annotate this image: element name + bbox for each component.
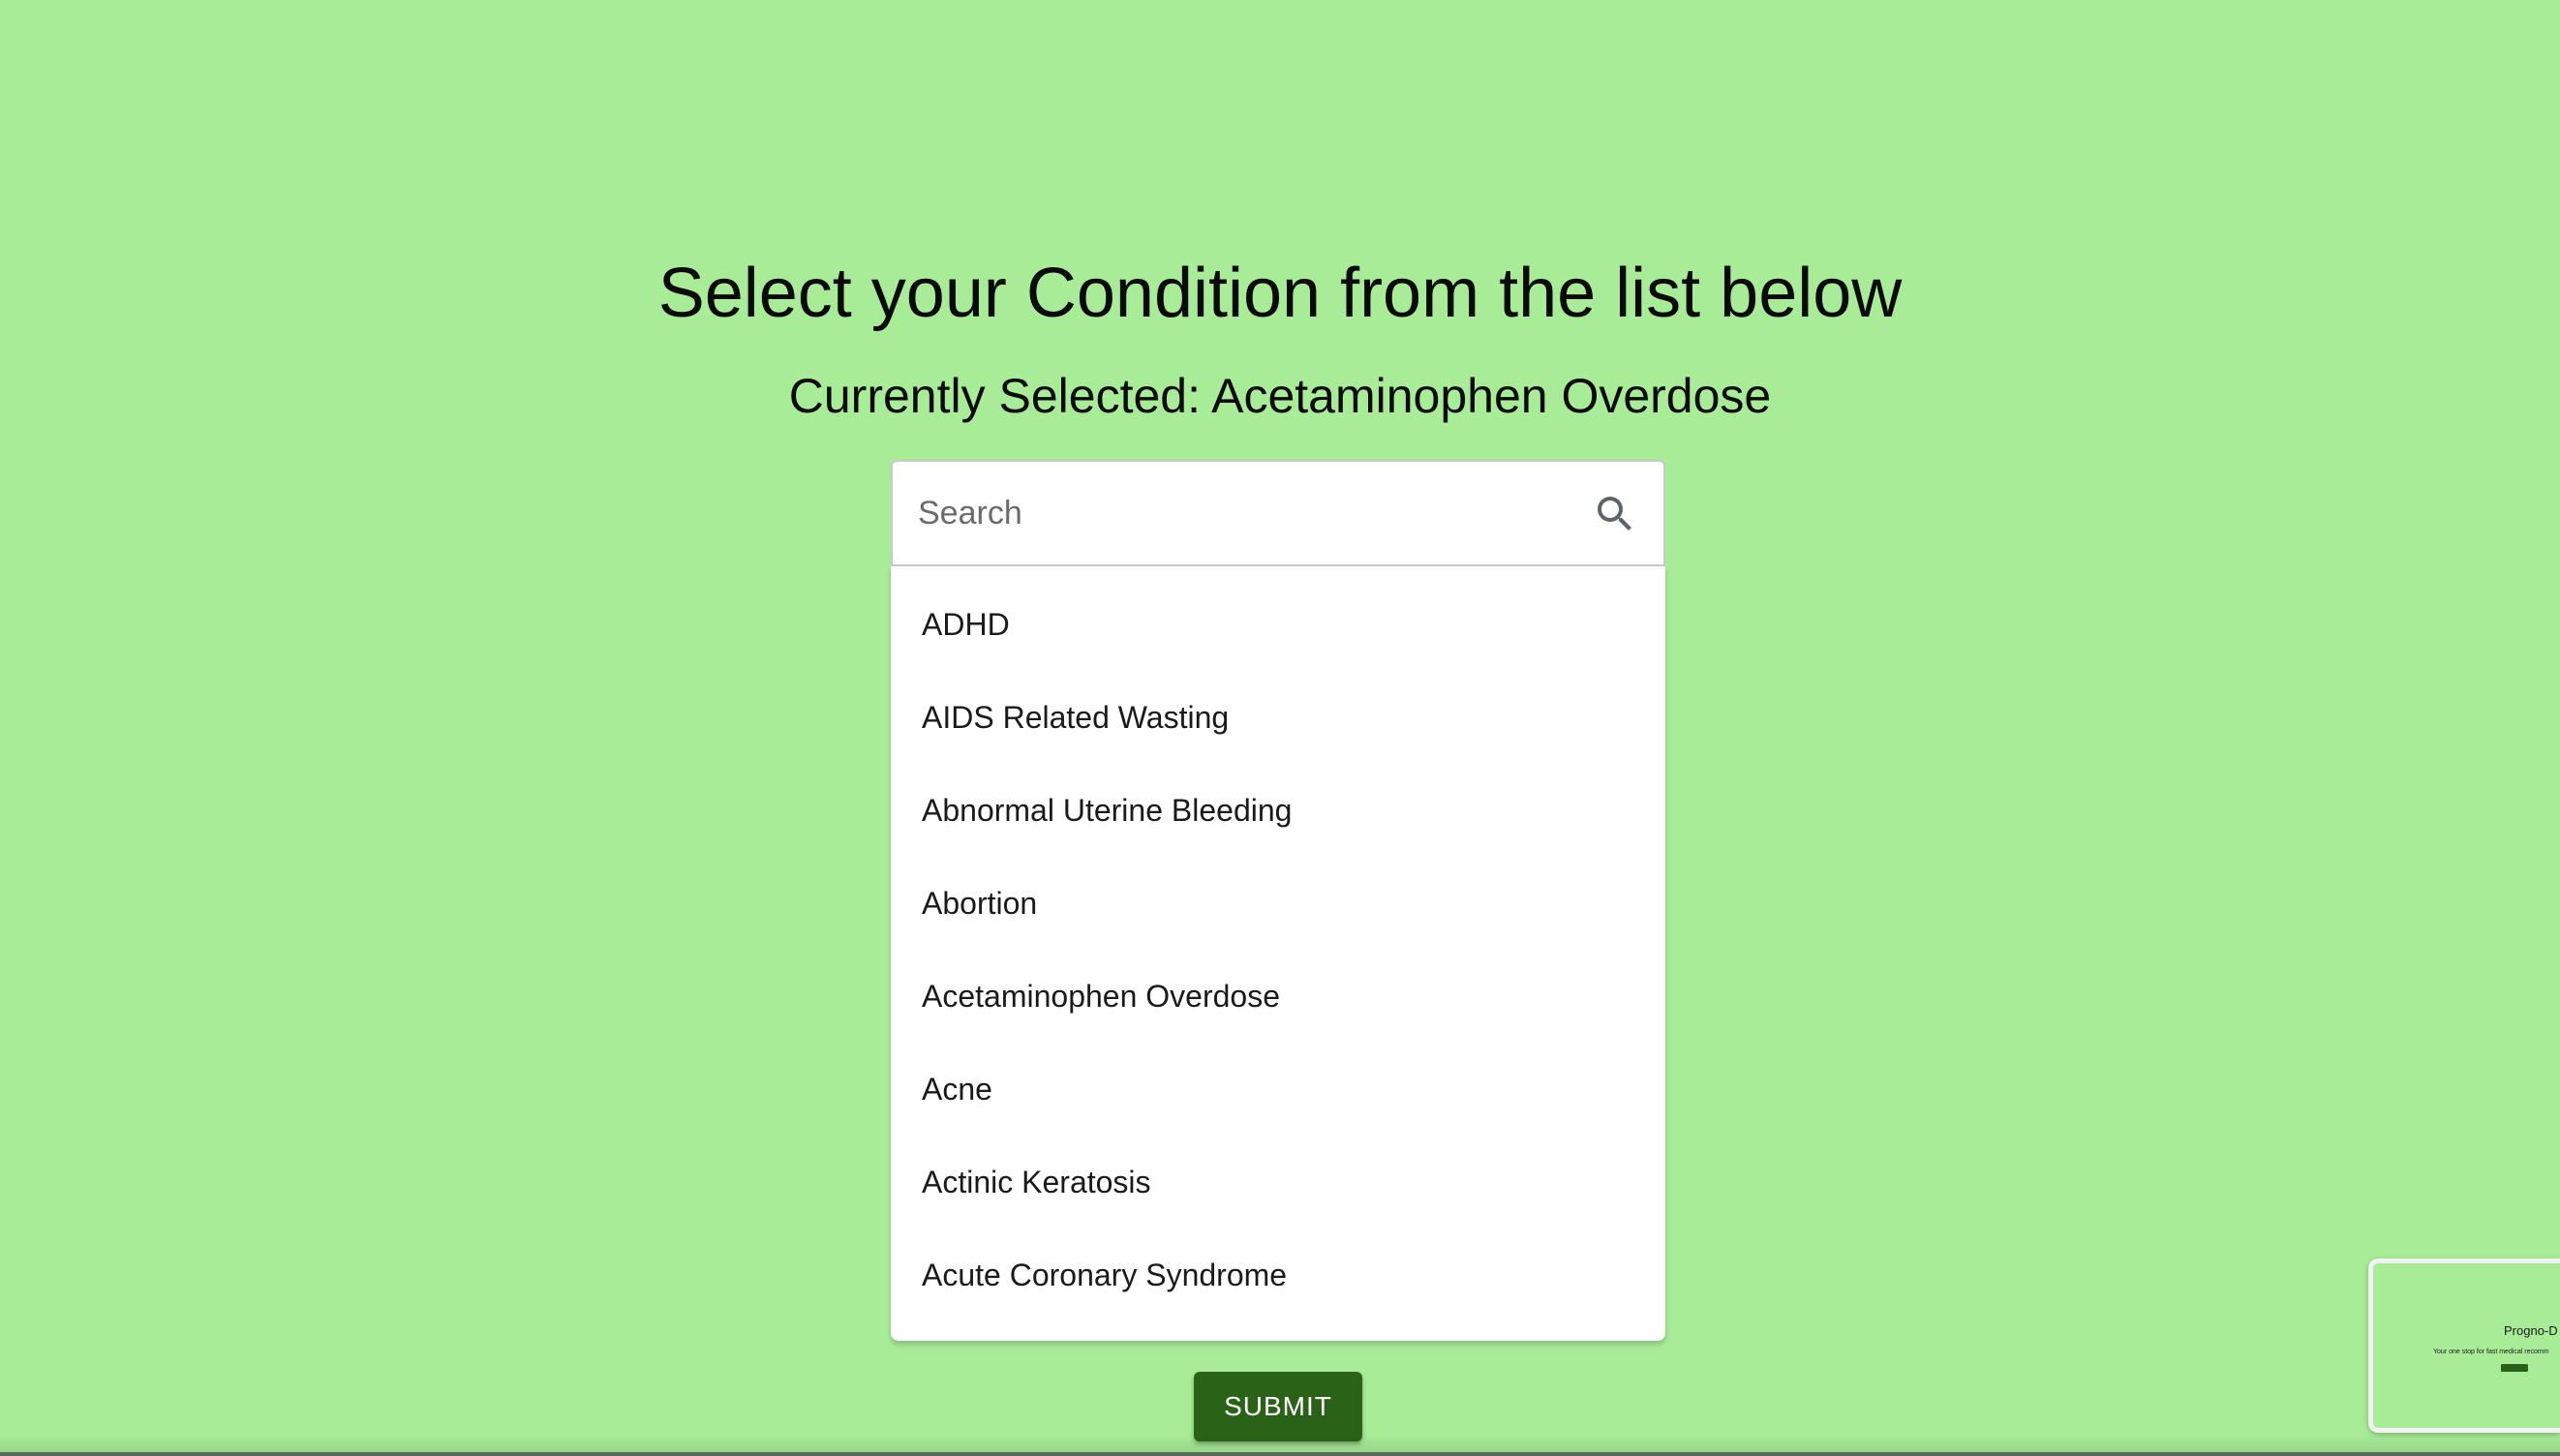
search-input[interactable] xyxy=(918,462,1576,564)
condition-item-adhd[interactable]: ADHD xyxy=(891,578,1665,671)
condition-item-aids-related-wasting[interactable]: AIDS Related Wasting xyxy=(891,671,1665,764)
condition-item-actinic-keratosis[interactable]: Actinic Keratosis xyxy=(891,1136,1665,1228)
condition-list: ADHD AIDS Related Wasting Abnormal Uteri… xyxy=(891,566,1665,1341)
thumbnail-button xyxy=(2501,1364,2528,1372)
condition-item-acetaminophen-overdose[interactable]: Acetaminophen Overdose xyxy=(891,950,1665,1043)
thumbnail-title: Progno-D xyxy=(2504,1323,2558,1338)
search-icon[interactable] xyxy=(1592,491,1638,537)
currently-selected-label: Currently Selected: xyxy=(788,369,1201,423)
condition-item-acne[interactable]: Acne xyxy=(891,1043,1665,1136)
currently-selected: Currently Selected: Acetaminophen Overdo… xyxy=(0,368,2560,424)
screenshot-thumbnail[interactable]: Progno-D Your one stop for fast medical … xyxy=(2368,1259,2560,1433)
bottom-edge xyxy=(0,1452,2560,1456)
condition-item-acute-coronary-syndrome[interactable]: Acute Coronary Syndrome xyxy=(891,1228,1665,1321)
condition-item-abortion[interactable]: Abortion xyxy=(891,857,1665,950)
condition-item-abnormal-uterine-bleeding[interactable]: Abnormal Uterine Bleeding xyxy=(891,764,1665,857)
page-title: Select your Condition from the list belo… xyxy=(657,255,1903,332)
submit-button[interactable]: SUBMIT xyxy=(1194,1372,1362,1441)
search-box xyxy=(891,460,1665,566)
thumbnail-subtitle: Your one stop for fast medical recomm xyxy=(2433,1349,2549,1355)
currently-selected-value: Acetaminophen Overdose xyxy=(1211,369,1772,423)
